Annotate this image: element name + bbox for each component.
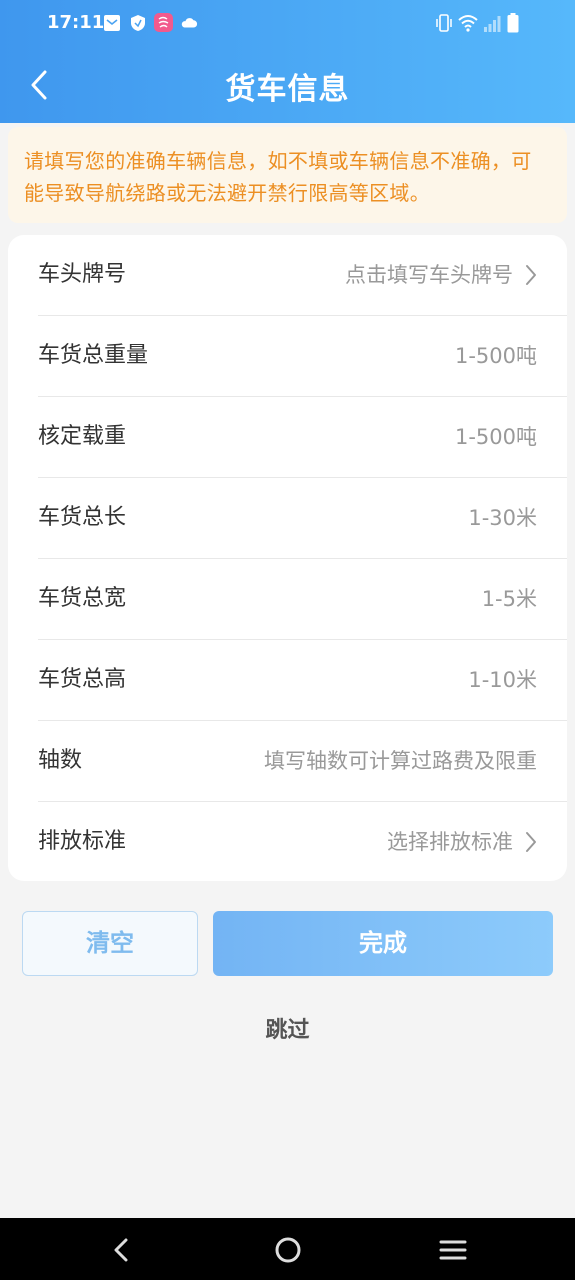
done-button[interactable]: 完成 xyxy=(213,911,553,976)
row-label: 核定载重 xyxy=(38,424,127,449)
row-value: 1-500吨 xyxy=(454,344,537,368)
status-bar: 17:11 xyxy=(0,0,575,48)
row-label: 车头牌号 xyxy=(38,262,127,287)
clear-button[interactable]: 清空 xyxy=(22,911,198,976)
row-value: 填写轴数可计算过路费及限重 xyxy=(264,749,537,773)
page-title: 货车信息 xyxy=(225,72,350,107)
nav-home-icon[interactable] xyxy=(272,1234,304,1266)
chevron-right-icon xyxy=(526,265,536,285)
app-notification-icon xyxy=(154,13,173,32)
row-value: 1-30米 xyxy=(468,506,537,530)
row-value: 1-5米 xyxy=(481,587,537,611)
form-row-plate[interactable]: 车头牌号 点击填写车头牌号 xyxy=(8,235,567,316)
row-value: 1-500吨 xyxy=(454,425,537,449)
mail-icon xyxy=(104,15,120,31)
signal-icon xyxy=(484,16,501,32)
app-header: 17:11 货车信息 xyxy=(0,0,575,123)
wifi-icon xyxy=(458,15,478,32)
row-label: 车货总重量 xyxy=(38,343,149,368)
row-label: 车货总宽 xyxy=(38,586,127,611)
skip-link[interactable]: 跳过 xyxy=(0,1012,575,1044)
vehicle-info-form: 车头牌号 点击填写车头牌号 车货总重量 1-500吨 核定载重 1-500吨 车… xyxy=(8,235,567,881)
row-value: 点击填写车头牌号 xyxy=(345,263,513,287)
vibrate-icon xyxy=(436,14,452,32)
form-row-emission[interactable]: 排放标准 选择排放标准 xyxy=(8,802,567,883)
nav-recents-icon[interactable] xyxy=(437,1234,469,1266)
row-label: 车货总长 xyxy=(38,505,127,530)
row-label: 排放标准 xyxy=(38,829,127,854)
row-value: 1-10米 xyxy=(468,668,537,692)
status-time: 17:11 xyxy=(47,12,105,33)
row-label: 轴数 xyxy=(38,748,83,773)
status-right-group xyxy=(435,13,530,35)
nav-back-icon[interactable] xyxy=(106,1234,138,1266)
system-nav-bar xyxy=(0,1218,575,1280)
form-row-axles[interactable]: 轴数 填写轴数可计算过路费及限重 xyxy=(8,721,567,802)
shield-icon xyxy=(131,15,145,31)
form-row-height[interactable]: 车货总高 1-10米 xyxy=(8,640,567,721)
chevron-right-icon xyxy=(526,832,536,852)
form-row-total-weight[interactable]: 车货总重量 1-500吨 xyxy=(8,316,567,397)
info-notice: 请填写您的准确车辆信息，如不填或车辆信息不准确，可能导致导航绕路或无法避开禁行限… xyxy=(8,127,567,223)
battery-icon xyxy=(507,13,519,33)
notice-text: 请填写您的准确车辆信息，如不填或车辆信息不准确，可能导致导航绕路或无法避开禁行限… xyxy=(24,149,532,205)
row-label: 车货总高 xyxy=(38,667,127,692)
row-value: 选择排放标准 xyxy=(387,830,513,854)
form-row-rated-load[interactable]: 核定载重 1-500吨 xyxy=(8,397,567,478)
form-row-width[interactable]: 车货总宽 1-5米 xyxy=(8,559,567,640)
cloud-icon xyxy=(181,18,198,28)
form-row-length[interactable]: 车货总长 1-30米 xyxy=(8,478,567,559)
